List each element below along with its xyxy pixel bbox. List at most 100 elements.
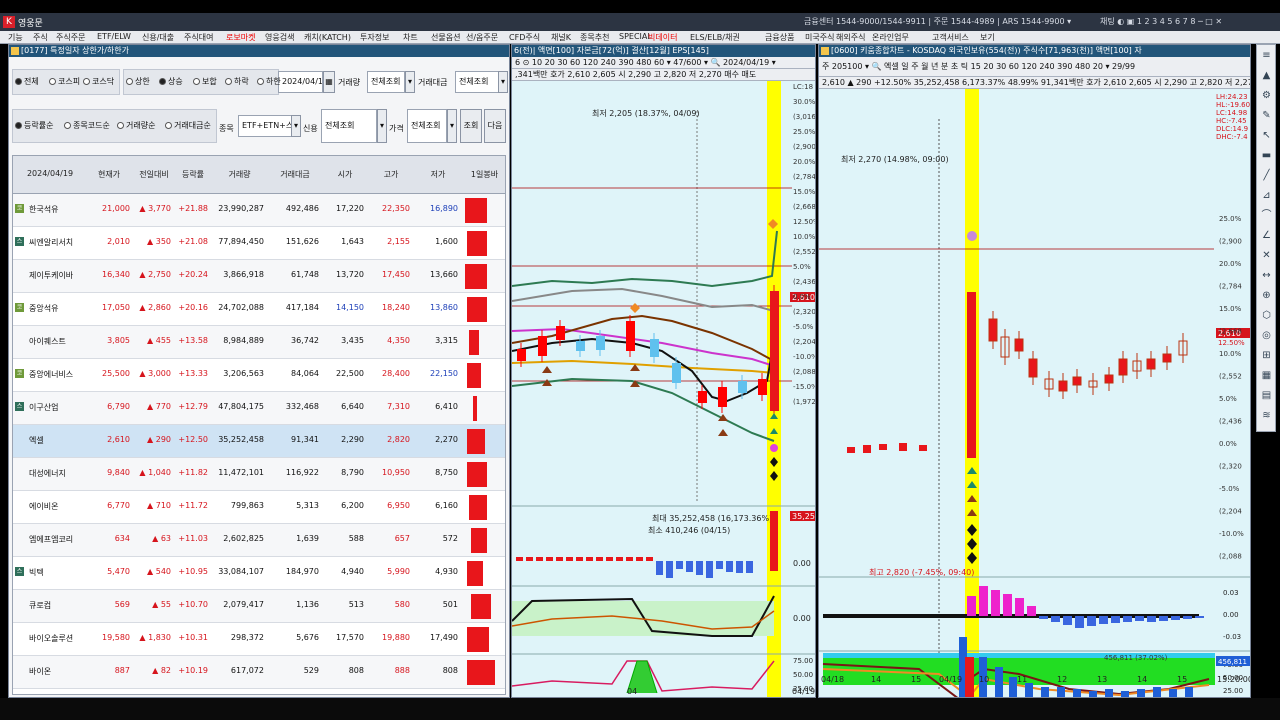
- column-header[interactable]: 1일봉바: [462, 169, 505, 180]
- up-icon[interactable]: ▲: [1260, 69, 1273, 82]
- menu-item[interactable]: 영웅검색: [265, 32, 294, 43]
- chevron-down-icon[interactable]: ▾: [405, 71, 415, 93]
- menu-item[interactable]: 온라인업무: [872, 32, 909, 43]
- search-button[interactable]: 조회: [460, 109, 482, 143]
- table-row[interactable]: 에이비온 6,770 ▲ 710 +11.72 799,863 5,313 6,200 6,9…: [13, 491, 505, 524]
- target-icon[interactable]: ◎: [1260, 329, 1273, 342]
- menu-item[interactable]: 로보마켓: [226, 32, 255, 43]
- table-row[interactable]: 엑셀 2,610 ▲ 290 +12.50 35,252,458 91,341 2,290 2…: [13, 425, 505, 458]
- menu-icon[interactable]: ≡: [1260, 49, 1273, 62]
- menu-item[interactable]: 주식대여: [184, 32, 213, 43]
- angle-icon[interactable]: ∠: [1260, 229, 1273, 242]
- menu-item[interactable]: 신용/대출: [142, 32, 174, 43]
- price-select[interactable]: 전체조회: [407, 109, 447, 143]
- right-chart-canvas[interactable]: 최저 2,270 (14.98%, 09:00) LH:24.23HL:-19.6…: [819, 89, 1251, 697]
- menu-item[interactable]: 해외주식: [836, 32, 865, 43]
- menu-item[interactable]: 캐치(KATCH): [304, 32, 351, 43]
- column-header[interactable]: 2024/04/19: [15, 169, 85, 178]
- kind-radio[interactable]: 상한: [126, 76, 150, 88]
- column-header[interactable]: 거래대금: [268, 169, 322, 180]
- table-row[interactable]: 스 빅텍 5,470 ▲ 540 +10.95 33,084,107 184,970 4,94…: [13, 557, 505, 590]
- sort-radio[interactable]: 등락률순: [15, 120, 53, 132]
- market-radio[interactable]: 코스피: [49, 76, 80, 88]
- credit-select[interactable]: 전체조회: [321, 109, 377, 143]
- zoom-icon[interactable]: ⊕: [1260, 289, 1273, 302]
- hline-icon[interactable]: ▬: [1260, 149, 1273, 162]
- menu-item[interactable]: SPECIAL: [619, 32, 652, 41]
- trendline-icon[interactable]: ╱: [1260, 169, 1273, 182]
- sort-radio[interactable]: 거래대금순: [165, 120, 211, 132]
- menu-item[interactable]: 미국주식: [805, 32, 834, 43]
- calendar-icon[interactable]: ▦: [323, 71, 335, 93]
- cursor-icon[interactable]: ↖: [1260, 129, 1273, 142]
- table-icon[interactable]: ▦: [1260, 369, 1273, 382]
- resize-icon[interactable]: ↔: [1260, 269, 1273, 282]
- menu-item[interactable]: 차트: [403, 32, 418, 43]
- market-radio[interactable]: 전체: [15, 76, 39, 88]
- mid-toolbar[interactable]: 6 ⊙ 10 20 30 60 120 240 390 480 60 ▾ 47/…: [512, 57, 815, 69]
- amount-select[interactable]: 전체조회: [455, 71, 499, 93]
- table-row[interactable]: 큐로컴 569 ▲ 55 +10.70 2,079,417 1,136 513 580 501: [13, 590, 505, 623]
- menu-item[interactable]: 주식주문: [56, 32, 85, 43]
- chevron-down-icon[interactable]: ▾: [447, 109, 457, 143]
- menu-item[interactable]: ETF/ELW: [97, 32, 131, 41]
- next-button[interactable]: 다음: [484, 109, 506, 143]
- menu-item[interactable]: 선/옵주문: [466, 32, 498, 43]
- table-row[interactable]: 스 이구산업 6,790 ▲ 770 +12.79 47,804,175 332,468 6,…: [13, 392, 505, 425]
- column-header[interactable]: 고가: [369, 169, 413, 180]
- menu-item[interactable]: 보기: [980, 32, 995, 43]
- chevron-down-icon[interactable]: ▾: [377, 109, 387, 143]
- triangle-icon[interactable]: ⊿: [1260, 189, 1273, 202]
- volume-select[interactable]: 전체조회: [367, 71, 405, 93]
- menu-item[interactable]: 빅데이터: [648, 32, 677, 43]
- chevron-down-icon[interactable]: ▾: [291, 115, 301, 137]
- menu-item[interactable]: 고객서비스: [932, 32, 969, 43]
- table-row[interactable]: 스 씨엔알리서치 2,010 ▲ 350 +21.08 77,894,450 151,626…: [13, 227, 505, 260]
- kind-radio[interactable]: 상승: [159, 76, 183, 88]
- table-row[interactable]: 코 한국석유 21,000 ▲ 3,770 +21.88 23,990,287 492,48…: [13, 194, 505, 227]
- sort-radio[interactable]: 종목코드순: [64, 120, 110, 132]
- column-header[interactable]: 전일대비: [134, 169, 174, 180]
- column-header[interactable]: 현재가: [85, 169, 133, 180]
- menu-item[interactable]: 채널K: [551, 32, 571, 43]
- mid-chart-canvas[interactable]: 최저 2,205 (18.37%, 04/09)2,610LC:1830.0%(…: [512, 81, 816, 697]
- wave-icon[interactable]: ≋: [1260, 409, 1273, 422]
- menu-item[interactable]: 종목추천: [580, 32, 609, 43]
- table-row[interactable]: 대성에너지 9,840 ▲ 1,040 +11.82 11,472,101 116,922…: [13, 458, 505, 491]
- delete-icon[interactable]: ✕: [1260, 249, 1273, 262]
- menu-item[interactable]: 선물옵션: [431, 32, 460, 43]
- window-controls[interactable]: 채팅 ◐ ▣ 1 2 3 4 5 6 7 8 ─ □ ✕: [1100, 16, 1222, 27]
- column-header[interactable]: 시가: [323, 169, 367, 180]
- menu-item[interactable]: 주식: [33, 32, 48, 43]
- sort-radio[interactable]: 거래량순: [117, 120, 155, 132]
- item-select[interactable]: ETF+ETN+스팩: [238, 115, 292, 137]
- list-icon[interactable]: ▤: [1260, 389, 1273, 402]
- table-row[interactable]: 아이퀘스트 3,805 ▲ 455 +13.58 8,984,889 36,742 3,43…: [13, 326, 505, 359]
- table-row[interactable]: 코 중앙에너비스 25,500 ▲ 3,000 +13.33 3,206,563 84,06…: [13, 359, 505, 392]
- column-header[interactable]: 거래량: [212, 169, 267, 180]
- table-row[interactable]: 제이투케이바 16,340 ▲ 2,750 +20.24 3,866,918 61,748…: [13, 260, 505, 293]
- menu-item[interactable]: ELS/ELB/채권: [690, 32, 740, 43]
- menu-item[interactable]: 금융상품: [765, 32, 794, 43]
- table-row[interactable]: 바이오솔루션 19,580 ▲ 1,830 +10.31 298,372 5,676 17,…: [13, 623, 505, 656]
- arc-icon[interactable]: ⌒: [1260, 209, 1273, 222]
- column-header[interactable]: 저가: [415, 169, 461, 180]
- column-header[interactable]: 등락률: [175, 169, 211, 180]
- kind-radio[interactable]: 하한: [257, 76, 281, 88]
- chevron-down-icon[interactable]: ▾: [498, 71, 508, 93]
- table-row[interactable]: 바이온 887 ▲ 82 +10.19 617,072 529 808 888 808: [13, 656, 505, 689]
- market-radio[interactable]: 코스닥: [83, 76, 114, 88]
- pen-icon[interactable]: ✎: [1260, 109, 1273, 122]
- table-row[interactable]: 엠에프엠코리 634 ▲ 63 +11.03 2,602,825 1,639 588 657 5…: [13, 524, 505, 557]
- grid-icon[interactable]: ⊞: [1260, 349, 1273, 362]
- gear-icon[interactable]: ⚙: [1260, 89, 1273, 102]
- table-row[interactable]: 코 중앙석유 17,050 ▲ 2,860 +20.16 24,702,088 417,18…: [13, 293, 505, 326]
- kind-radio[interactable]: 보합: [193, 76, 217, 88]
- date-field[interactable]: 2024/04/19: [278, 71, 323, 93]
- kind-radio[interactable]: 하락: [225, 76, 249, 88]
- menu-item[interactable]: CFD주식: [509, 32, 540, 43]
- menu-item[interactable]: 투자정보: [360, 32, 389, 43]
- right-toolbar[interactable]: 주 205100 ▾ 🔍 엑셀 일 주 월 년 분 초 틱 15 20 30 6…: [819, 57, 1250, 77]
- menu-item[interactable]: 기능: [8, 32, 23, 43]
- shape-icon[interactable]: ⬡: [1260, 309, 1273, 322]
